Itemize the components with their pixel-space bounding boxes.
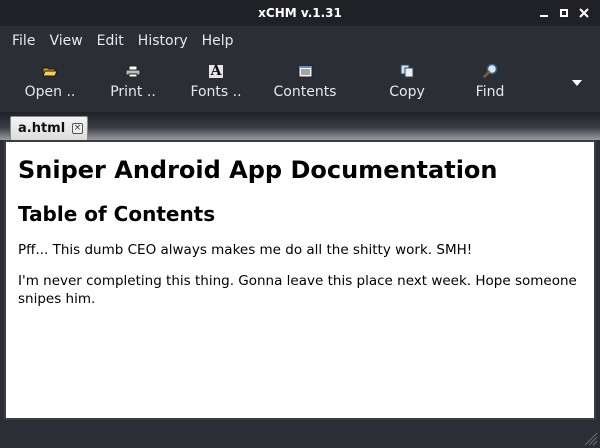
tab-bar: a.html ×	[0, 112, 600, 140]
find-label: Find	[475, 84, 505, 100]
paragraph: I'm never completing this thing. Gonna l…	[18, 273, 577, 307]
find-button[interactable]: Find	[474, 56, 506, 112]
title-bar[interactable]: xCHM v.1.31	[0, 0, 600, 26]
minimize-button[interactable]	[534, 3, 554, 23]
open-folder-icon	[42, 67, 58, 77]
menu-history[interactable]: History	[131, 26, 195, 56]
copy-label: Copy	[389, 84, 425, 100]
menu-help[interactable]: Help	[195, 26, 241, 56]
maximize-icon	[560, 9, 568, 17]
resize-grip-icon[interactable]	[580, 428, 598, 446]
open-label: Open ..	[24, 84, 76, 100]
maximize-button[interactable]	[554, 3, 574, 23]
content-frame: Sniper Android App Documentation Table o…	[4, 140, 596, 420]
font-icon: A	[208, 63, 224, 79]
print-button[interactable]: Print ..	[110, 56, 156, 112]
fonts-label: Fonts ..	[190, 84, 242, 100]
printer-icon	[125, 65, 141, 78]
tab-a-html[interactable]: a.html ×	[10, 116, 88, 140]
print-label: Print ..	[110, 84, 156, 100]
menu-view[interactable]: View	[42, 26, 89, 56]
find-icon	[482, 63, 497, 78]
close-icon	[579, 8, 589, 18]
close-icon[interactable]: ×	[72, 123, 83, 134]
tab-label: a.html	[18, 121, 66, 136]
contents-icon	[298, 65, 312, 78]
window-title: xCHM v.1.31	[258, 6, 342, 20]
menu-edit[interactable]: Edit	[90, 26, 131, 56]
open-button[interactable]: Open ..	[24, 56, 76, 112]
menu-bar: File View Edit History Help	[0, 26, 600, 56]
status-bar	[0, 422, 600, 448]
document-view[interactable]: Sniper Android App Documentation Table o…	[6, 142, 594, 418]
chevron-down-icon[interactable]	[572, 80, 582, 86]
fonts-button[interactable]: A Fonts ..	[190, 56, 242, 112]
paragraph: Pff... This dumb CEO always makes me do …	[18, 242, 473, 258]
window-controls	[534, 0, 594, 26]
minimize-icon	[540, 15, 548, 17]
toolbar: Open .. Print .. A Fonts .. Contents Cop…	[0, 56, 600, 112]
close-window-button[interactable]	[574, 3, 594, 23]
menu-file[interactable]: File	[5, 26, 42, 56]
app-window: xCHM v.1.31 File View Edit History Help	[0, 0, 600, 448]
copy-button[interactable]: Copy	[388, 56, 426, 112]
contents-button[interactable]: Contents	[273, 56, 337, 112]
copy-icon	[400, 64, 413, 78]
document-heading: Sniper Android App Documentation	[18, 156, 498, 184]
contents-label: Contents	[273, 84, 337, 100]
document-subheading: Table of Contents	[18, 202, 216, 226]
